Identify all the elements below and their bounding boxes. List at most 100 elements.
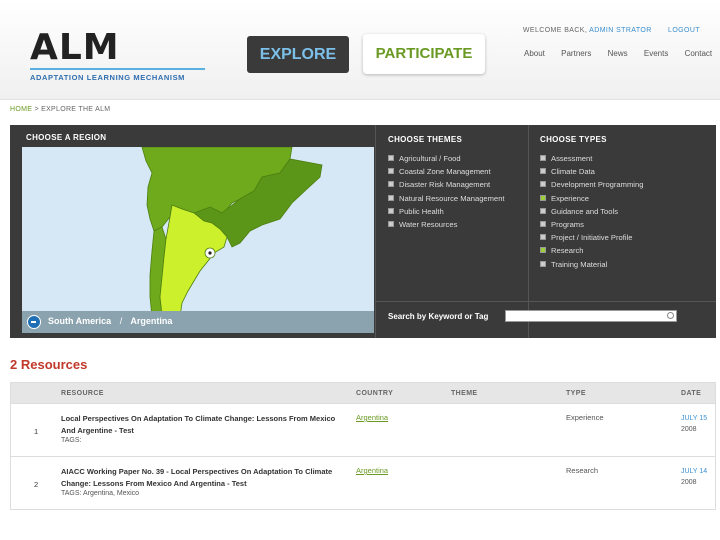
type-option-label: Experience bbox=[551, 193, 589, 203]
nav-news[interactable]: News bbox=[608, 49, 628, 58]
resource-tags: TAGS: bbox=[61, 437, 82, 444]
themes-heading: CHOOSE THEMES bbox=[388, 135, 463, 144]
theme-option-label: Coastal Zone Management bbox=[399, 167, 491, 177]
column-type[interactable]: TYPE bbox=[566, 390, 586, 397]
column-resource[interactable]: RESOURCE bbox=[61, 390, 104, 397]
map-selection-bar: South America / Argentina bbox=[22, 311, 374, 333]
map-selection-label: South America / Argentina bbox=[48, 316, 172, 326]
resource-date-year: 2008 bbox=[681, 426, 697, 433]
site-header: ALM ADAPTATION LEARNING MECHANISM EXPLOR… bbox=[0, 0, 720, 100]
selected-country: Argentina bbox=[130, 316, 173, 326]
type-checkbox[interactable] bbox=[540, 260, 546, 267]
resources-table: RESOURCE COUNTRY THEME TYPE DATE 1 Local… bbox=[10, 382, 716, 510]
theme-option[interactable]: Disaster Risk Management bbox=[388, 178, 505, 191]
breadcrumb-current: EXPLORE THE ALM bbox=[41, 106, 111, 113]
type-checkbox[interactable] bbox=[540, 207, 546, 214]
nav-about[interactable]: About bbox=[524, 49, 545, 58]
theme-option[interactable]: Public Health bbox=[388, 205, 505, 218]
resource-tags: TAGS: Argentina, Mexico bbox=[61, 490, 140, 497]
breadcrumb-home[interactable]: HOME bbox=[10, 106, 32, 113]
resource-country-link[interactable]: Argentina bbox=[356, 466, 388, 475]
type-option[interactable]: Climate Data bbox=[540, 165, 643, 178]
nav-events[interactable]: Events bbox=[644, 49, 668, 58]
theme-option[interactable]: Coastal Zone Management bbox=[388, 165, 505, 178]
row-number: 1 bbox=[34, 427, 39, 436]
search-label: Search by Keyword or Tag bbox=[388, 312, 489, 321]
type-option[interactable]: Experience bbox=[540, 192, 643, 205]
breadcrumb-separator: > bbox=[34, 106, 39, 113]
theme-checkbox[interactable] bbox=[388, 207, 394, 214]
type-option-label: Climate Data bbox=[551, 167, 595, 177]
logout-link[interactable]: LOGOUT bbox=[668, 27, 700, 34]
search-input[interactable] bbox=[505, 310, 677, 322]
resource-date-month: JULY 15 bbox=[681, 415, 708, 422]
type-option[interactable]: Development Programming bbox=[540, 178, 643, 191]
resource-title-link[interactable]: AIACC Working Paper No. 39 - Local Persp… bbox=[61, 466, 351, 489]
theme-option[interactable]: Agricultural / Food bbox=[388, 152, 505, 165]
resource-date: JULY 14 2008 bbox=[681, 466, 707, 488]
type-checkbox[interactable] bbox=[540, 220, 546, 227]
theme-option-label: Disaster Risk Management bbox=[399, 180, 491, 190]
type-option[interactable]: Programs bbox=[540, 218, 643, 231]
region-map[interactable]: South America / Argentina bbox=[22, 147, 374, 333]
resource-date-month: JULY 14 bbox=[681, 468, 708, 475]
type-checkbox[interactable] bbox=[540, 247, 546, 254]
selected-region[interactable]: South America bbox=[48, 316, 111, 326]
resource-title-link[interactable]: Local Perspectives On Adaptation To Clim… bbox=[61, 413, 351, 436]
resource-country-link[interactable]: Argentina bbox=[356, 413, 388, 422]
nav-contact[interactable]: Contact bbox=[685, 49, 713, 58]
type-checkbox[interactable] bbox=[540, 181, 546, 188]
map-location-dot bbox=[208, 251, 212, 255]
table-row: 2 AIACC Working Paper No. 39 - Local Per… bbox=[10, 457, 716, 510]
table-header: RESOURCE COUNTRY THEME TYPE DATE bbox=[10, 382, 716, 404]
type-option-label: Development Programming bbox=[551, 180, 644, 190]
theme-option-label: Public Health bbox=[399, 206, 444, 216]
theme-checkbox[interactable] bbox=[388, 194, 394, 201]
type-option-label: Assessment bbox=[551, 154, 593, 163]
region-separator: / bbox=[119, 316, 123, 326]
theme-checkbox[interactable] bbox=[388, 220, 394, 227]
logo-underline bbox=[30, 68, 205, 70]
theme-checkbox[interactable] bbox=[388, 181, 394, 188]
type-option[interactable]: Project / Initiative Profile bbox=[540, 231, 643, 244]
zoom-out-button[interactable] bbox=[27, 315, 41, 329]
explore-panel: CHOOSE A REGION South America / Argentin… bbox=[10, 125, 716, 338]
type-option-label: Project / Initiative Profile bbox=[551, 233, 633, 243]
theme-option[interactable]: Water Resources bbox=[388, 218, 505, 231]
type-checkbox[interactable] bbox=[540, 155, 546, 161]
participate-button[interactable]: PARTICIPATE bbox=[363, 34, 485, 74]
type-checkbox[interactable] bbox=[540, 234, 546, 241]
username-link[interactable]: ADMIN STRATOR bbox=[589, 27, 652, 34]
column-theme[interactable]: THEME bbox=[451, 390, 478, 397]
resource-date-year: 2008 bbox=[681, 479, 697, 486]
logo-tagline: ADAPTATION LEARNING MECHANISM bbox=[30, 73, 186, 82]
type-checkbox[interactable] bbox=[540, 194, 546, 201]
search-icon[interactable] bbox=[667, 312, 674, 319]
alm-logo[interactable]: ALM ADAPTATION LEARNING MECHANISM bbox=[30, 27, 230, 82]
type-option-label: Training Material bbox=[551, 259, 608, 269]
type-option[interactable]: Research bbox=[540, 244, 643, 257]
theme-checkbox[interactable] bbox=[388, 155, 394, 161]
welcome-bar: WELCOME BACK, ADMIN STRATOR LOGOUT bbox=[523, 27, 700, 34]
theme-option[interactable]: Natural Resource Management bbox=[388, 192, 505, 205]
type-option-label: Guidance and Tools bbox=[551, 206, 618, 216]
map-graphic[interactable] bbox=[22, 147, 374, 333]
keyword-search: Search by Keyword or Tag bbox=[375, 301, 716, 338]
type-option[interactable]: Assessment bbox=[540, 152, 643, 165]
resource-type: Experience bbox=[566, 413, 604, 422]
breadcrumb: HOME > EXPLORE THE ALM bbox=[10, 106, 110, 113]
resources-count: 2 Resources bbox=[10, 357, 88, 372]
column-country[interactable]: COUNTRY bbox=[356, 390, 393, 397]
type-checkbox[interactable] bbox=[540, 168, 546, 175]
themes-list: Agricultural / Food Coastal Zone Manageme… bbox=[388, 152, 505, 231]
nav-partners[interactable]: Partners bbox=[561, 49, 591, 58]
column-date[interactable]: DATE bbox=[681, 390, 701, 397]
theme-checkbox[interactable] bbox=[388, 168, 394, 175]
resource-type: Research bbox=[566, 466, 599, 475]
theme-option-label: Agricultural / Food bbox=[399, 154, 461, 163]
type-option[interactable]: Guidance and Tools bbox=[540, 205, 643, 218]
region-heading: CHOOSE A REGION bbox=[26, 133, 107, 142]
type-option[interactable]: Training Material bbox=[540, 258, 643, 271]
logo-wordmark: ALM bbox=[30, 27, 120, 68]
explore-button[interactable]: EXPLORE bbox=[247, 36, 349, 73]
